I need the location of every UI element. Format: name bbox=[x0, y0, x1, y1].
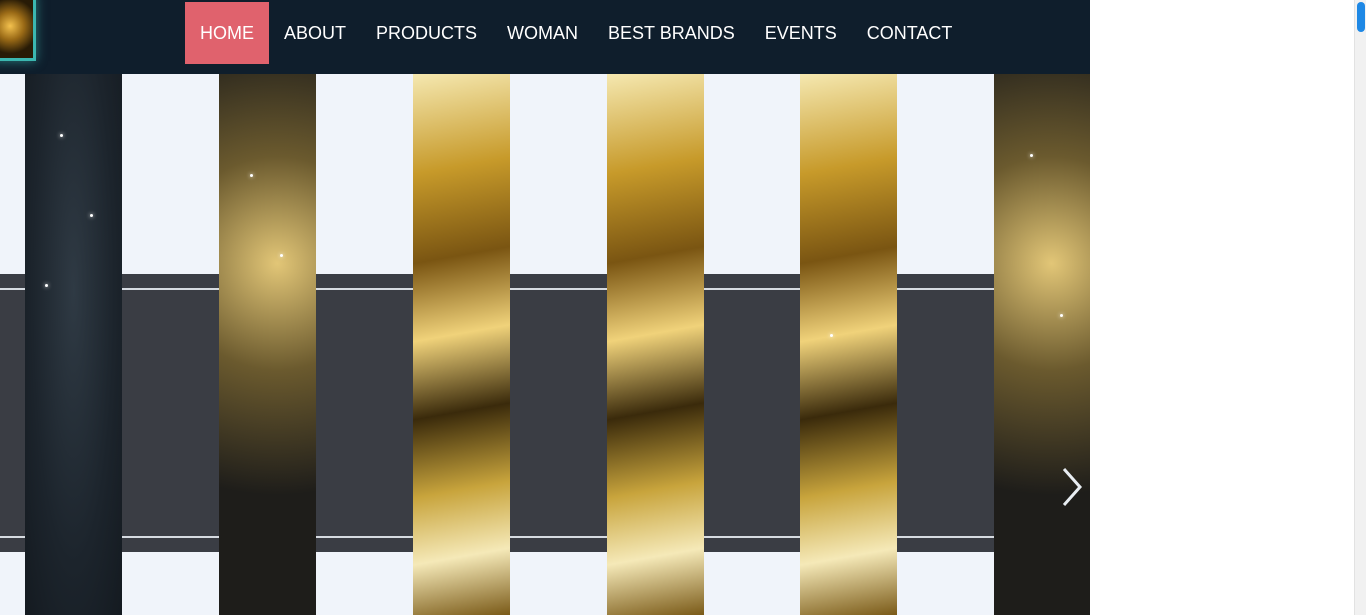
slide-strip bbox=[0, 74, 25, 615]
slide-strip bbox=[994, 74, 1090, 615]
site-logo[interactable] bbox=[0, 0, 36, 61]
slide-strip bbox=[704, 74, 800, 615]
slide-strip bbox=[897, 74, 994, 615]
scrollbar-thumb[interactable] bbox=[1357, 2, 1365, 32]
page: HOME ABOUT PRODUCTS WOMAN BEST BRANDS EV… bbox=[0, 0, 1090, 615]
sparkle bbox=[1060, 314, 1063, 317]
nav-item-woman[interactable]: WOMAN bbox=[492, 2, 593, 64]
nav-item-best-brands[interactable]: BEST BRANDS bbox=[593, 2, 750, 64]
main-nav: HOME ABOUT PRODUCTS WOMAN BEST BRANDS EV… bbox=[185, 2, 967, 64]
slide-strip bbox=[413, 74, 510, 615]
slide-strip bbox=[122, 74, 219, 615]
sparkle bbox=[60, 134, 63, 137]
top-navbar: HOME ABOUT PRODUCTS WOMAN BEST BRANDS EV… bbox=[0, 0, 1090, 74]
slide-strip bbox=[800, 74, 897, 615]
nav-item-home[interactable]: HOME bbox=[185, 2, 269, 64]
sparkle bbox=[1030, 154, 1033, 157]
nav-item-products[interactable]: PRODUCTS bbox=[361, 2, 492, 64]
hero-slider bbox=[0, 74, 1090, 615]
next-slide-button[interactable] bbox=[1058, 465, 1086, 509]
sparkle bbox=[90, 214, 93, 217]
nav-item-contact[interactable]: CONTACT bbox=[852, 2, 968, 64]
chevron-right-icon bbox=[1062, 468, 1083, 506]
sparkle bbox=[830, 334, 833, 337]
slide-strip bbox=[316, 74, 413, 615]
sparkle bbox=[45, 284, 48, 287]
slide-strip bbox=[219, 74, 316, 615]
sparkle bbox=[250, 174, 253, 177]
page-scrollbar[interactable] bbox=[1354, 0, 1366, 615]
sparkle bbox=[280, 254, 283, 257]
slide-strip bbox=[607, 74, 704, 615]
slide-strip bbox=[25, 74, 122, 615]
slide-strip bbox=[510, 74, 607, 615]
nav-item-about[interactable]: ABOUT bbox=[269, 2, 361, 64]
nav-item-events[interactable]: EVENTS bbox=[750, 2, 852, 64]
